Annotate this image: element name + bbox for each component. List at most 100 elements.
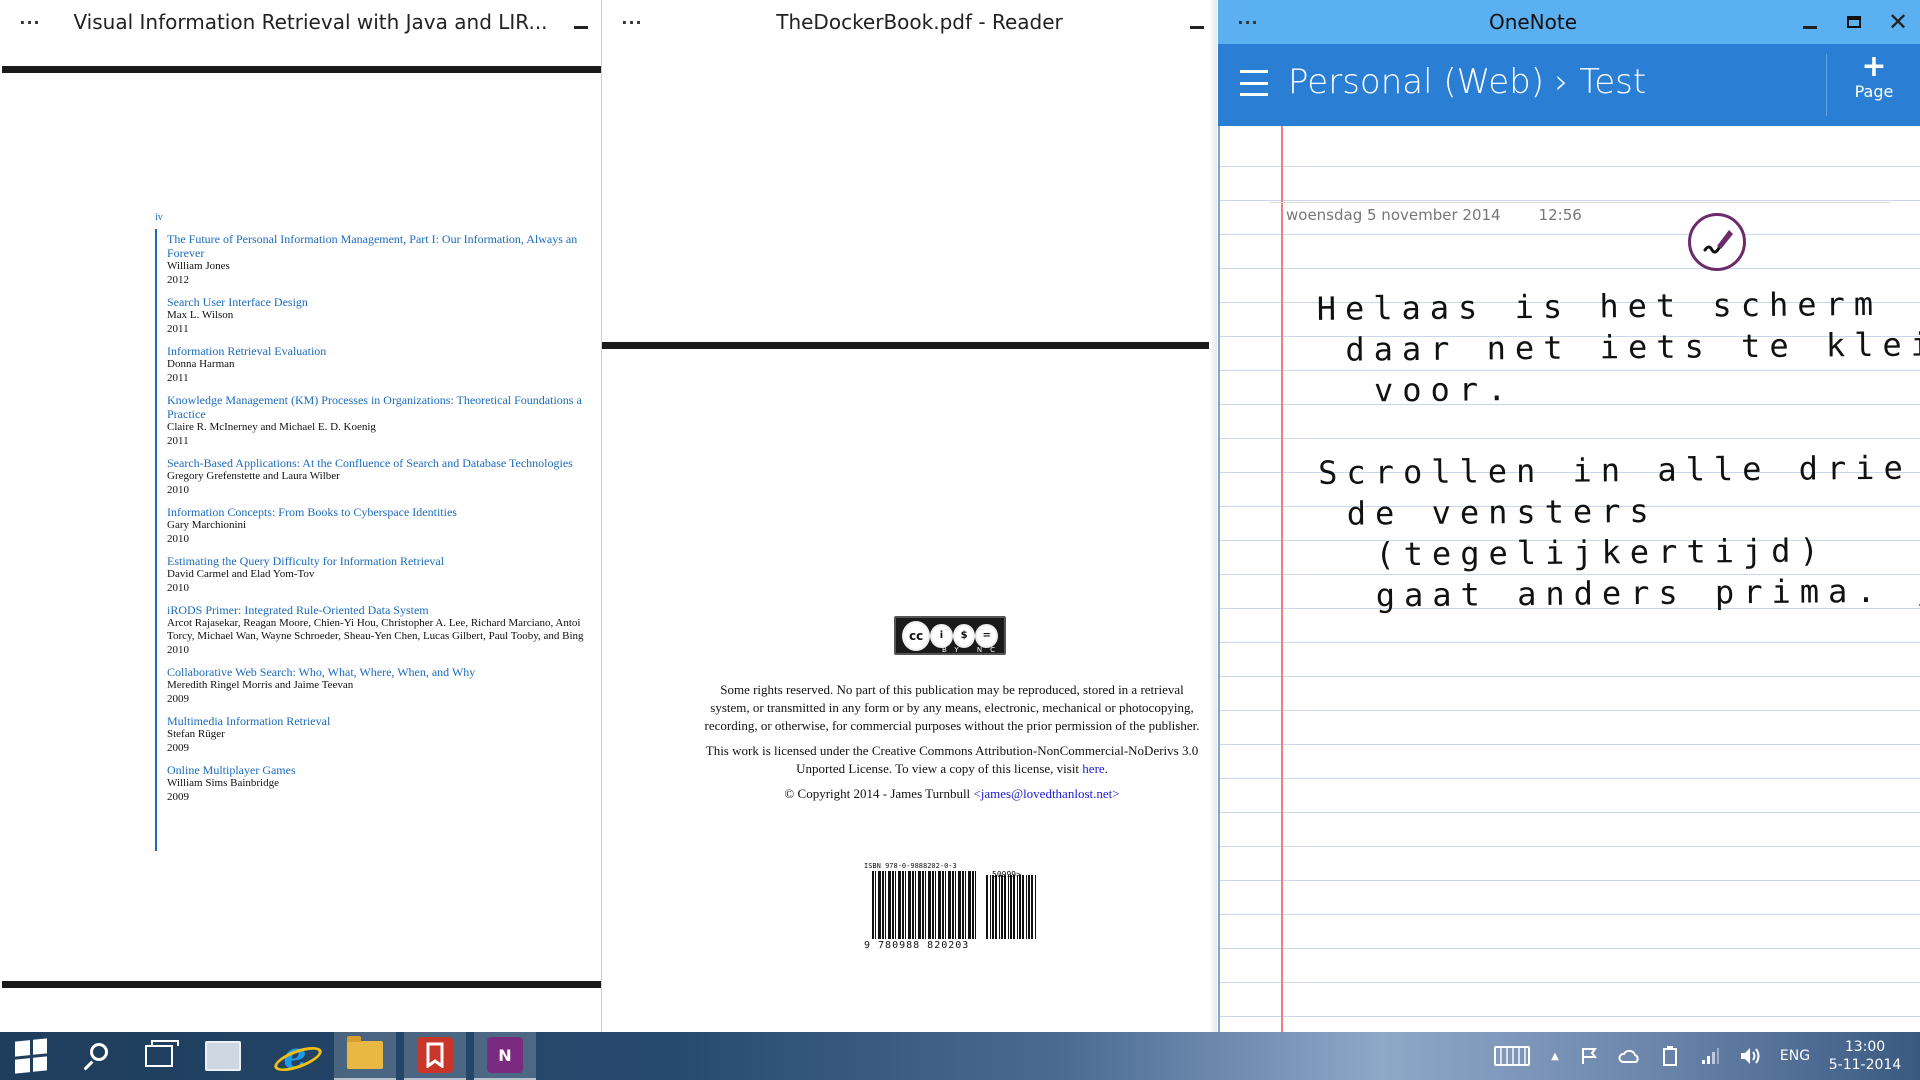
toc-entry[interactable]: Multimedia Information Retrieval Stefan R… <box>167 714 601 756</box>
window-menu-button[interactable]: ··· <box>602 13 662 32</box>
toc-entry[interactable]: Knowledge Management (KM) Processes in O… <box>167 393 601 449</box>
toc-entry-title[interactable]: Knowledge Management (KM) Processes in O… <box>167 393 601 421</box>
pdf-window-docker[interactable]: ··· TheDockerBook.pdf - Reader cc i $ = … <box>602 0 1217 1032</box>
close-icon: ✕ <box>1887 8 1909 36</box>
toc-entry-title[interactable]: Online Multiplayer Games <box>167 763 601 777</box>
input-language[interactable]: ENG <box>1770 1048 1820 1064</box>
start-button[interactable] <box>0 1032 62 1080</box>
toc-entry-title[interactable]: Information Retrieval Evaluation <box>167 344 601 358</box>
task-view-button[interactable] <box>128 1032 190 1080</box>
keyboard-icon <box>1494 1046 1530 1066</box>
toc-entry-title[interactable]: Estimating the Query Difficulty for Info… <box>167 554 601 568</box>
page-divider <box>2 66 601 73</box>
page-number: iv <box>155 212 163 223</box>
pdf-window-lire[interactable]: ··· Visual Information Retrieval with Ja… <box>0 0 602 1032</box>
toc-entry[interactable]: Search-Based Applications: At the Conflu… <box>167 456 601 498</box>
toc-entry-title[interactable]: Information Concepts: From Books to Cybe… <box>167 505 601 519</box>
window-menu-button[interactable]: ··· <box>1218 13 1278 32</box>
action-center-icon[interactable] <box>1570 1032 1610 1080</box>
search-icon <box>82 1043 108 1071</box>
toc-entry-title[interactable]: Collaborative Web Search: Who, What, Whe… <box>167 665 601 679</box>
cc-labels: BY NC ND <box>942 646 1040 654</box>
license-link[interactable]: here <box>1082 761 1104 776</box>
toc-entry[interactable]: Collaborative Web Search: Who, What, Whe… <box>167 665 601 707</box>
toc-entry-title[interactable]: The Future of Personal Information Manag… <box>167 232 601 260</box>
red-margin-line <box>1281 126 1283 1032</box>
toc-entry[interactable]: The Future of Personal Information Manag… <box>167 232 601 288</box>
window-titlebar[interactable]: ··· TheDockerBook.pdf - Reader <box>602 0 1217 44</box>
toc-entry-authors: Gary Marchionini <box>167 519 247 531</box>
window-titlebar[interactable]: ··· OneNote ✕ <box>1218 0 1920 44</box>
toc-entry[interactable]: Estimating the Query Difficulty for Info… <box>167 554 601 596</box>
toc-entry-year: 2009 <box>167 693 189 705</box>
taskbar-app-reader[interactable] <box>404 1032 466 1080</box>
clock-date: 5-11-2014 <box>1828 1057 1902 1073</box>
taskbar-app-monitor[interactable] <box>192 1032 254 1080</box>
windows-logo-icon <box>15 1038 47 1074</box>
onedrive-icon[interactable] <box>1610 1032 1650 1080</box>
onenote-window[interactable]: ··· OneNote ✕ Personal (Web) › Test + Pa… <box>1218 0 1920 1032</box>
hamburger-menu-icon[interactable] <box>1240 70 1268 96</box>
volume-icon[interactable] <box>1730 1032 1770 1080</box>
toc-entry-year: 2009 <box>167 791 189 803</box>
license-period: . <box>1104 761 1108 776</box>
toc-entry[interactable]: iRODS Primer: Integrated Rule-Oriented D… <box>167 603 601 658</box>
clock-time: 13:00 <box>1844 1039 1886 1055</box>
toc-entry-authors: Claire R. McInerney and Michael E. D. Ko… <box>167 421 376 433</box>
page-divider <box>2 981 601 988</box>
page-divider <box>602 342 1217 349</box>
taskbar-clock[interactable]: 13:00 5-11-2014 <box>1820 1038 1910 1074</box>
taskbar-app-ie[interactable]: e <box>264 1032 326 1080</box>
toc-entry-authors: William Sims Bainbridge <box>167 777 279 789</box>
toc-entry-authors: Donna Harman <box>167 358 235 370</box>
window-menu-button[interactable]: ··· <box>0 13 60 32</box>
toc-entry-year: 2010 <box>167 533 189 545</box>
minimize-button[interactable] <box>561 0 601 44</box>
toc-entry-title[interactable]: Search User Interface Design <box>167 295 601 309</box>
toc-entry-title[interactable]: Multimedia Information Retrieval <box>167 714 601 728</box>
notebook-breadcrumb[interactable]: Personal (Web) › Test <box>1288 62 1646 102</box>
pen-icon <box>1703 230 1733 254</box>
minimize-icon <box>574 25 588 29</box>
taskbar: e N ▲ ENG 13:00 5-11-2014 <box>0 1032 1920 1080</box>
window-edge-shade <box>1209 0 1217 1032</box>
isbn-barcode: ISBN 978-0-9888202-0-3 9 780988 820203 5… <box>858 862 1042 954</box>
onenote-header: Personal (Web) › Test + Page <box>1218 44 1920 126</box>
add-page-button[interactable]: + Page <box>1844 52 1904 102</box>
taskbar-app-explorer[interactable] <box>334 1032 396 1080</box>
page-title-line[interactable] <box>1270 202 1890 203</box>
copyright-holder: © Copyright 2014 - James Turnbull <box>784 786 971 801</box>
maximize-button[interactable] <box>1832 0 1876 44</box>
note-line: de vensters <box>1318 491 1658 533</box>
file-explorer-icon <box>347 1036 383 1069</box>
toc-entry[interactable]: Online Multiplayer Games William Sims Bai… <box>167 763 601 805</box>
minimize-button[interactable] <box>1788 0 1832 44</box>
taskbar-app-onenote[interactable]: N <box>474 1032 536 1080</box>
toc-entry-title[interactable]: iRODS Primer: Integrated Rule-Oriented D… <box>167 603 601 617</box>
barcode-number: 9 780988 820203 <box>864 940 970 951</box>
search-button[interactable] <box>64 1032 126 1080</box>
note-line: Helaas is het scherm <box>1316 284 1883 328</box>
minimize-icon <box>1803 25 1817 29</box>
handwritten-note[interactable]: Helaas is het scherm daar net iets te kl… <box>1317 283 1920 617</box>
toc-entry-authors: Stefan Rüger <box>167 728 225 740</box>
note-line <box>1318 406 1920 453</box>
toc-entry-year: 2010 <box>167 582 189 594</box>
toc-entry[interactable]: Information Concepts: From Books to Cybe… <box>167 505 601 547</box>
pen-mode-icon[interactable] <box>1688 213 1746 271</box>
toc-entry-authors: Meredith Ringel Morris and Jaime Teevan <box>167 679 354 691</box>
close-button[interactable]: ✕ <box>1876 0 1920 44</box>
email-link[interactable]: <james@lovedthanlost.net> <box>973 786 1119 801</box>
toc-entry[interactable]: Search User Interface Design Max L. Wilso… <box>167 295 601 337</box>
toc-entry-authors: Gregory Grefenstette and Laura Wilber <box>167 470 340 482</box>
network-icon[interactable] <box>1690 1032 1730 1080</box>
toc-entry[interactable]: Information Retrieval Evaluation Donna Ha… <box>167 344 601 386</box>
power-icon[interactable] <box>1650 1032 1690 1080</box>
barcode-bars <box>872 871 978 939</box>
touch-keyboard-button[interactable] <box>1484 1032 1540 1080</box>
page-time: 12:56 <box>1538 206 1582 224</box>
toc-entry-title[interactable]: Search-Based Applications: At the Conflu… <box>167 456 601 470</box>
note-line: gaat anders prima. ;) <box>1319 571 1920 615</box>
window-titlebar[interactable]: ··· Visual Information Retrieval with Ja… <box>0 0 601 44</box>
show-hidden-icons-button[interactable]: ▲ <box>1540 1032 1570 1080</box>
